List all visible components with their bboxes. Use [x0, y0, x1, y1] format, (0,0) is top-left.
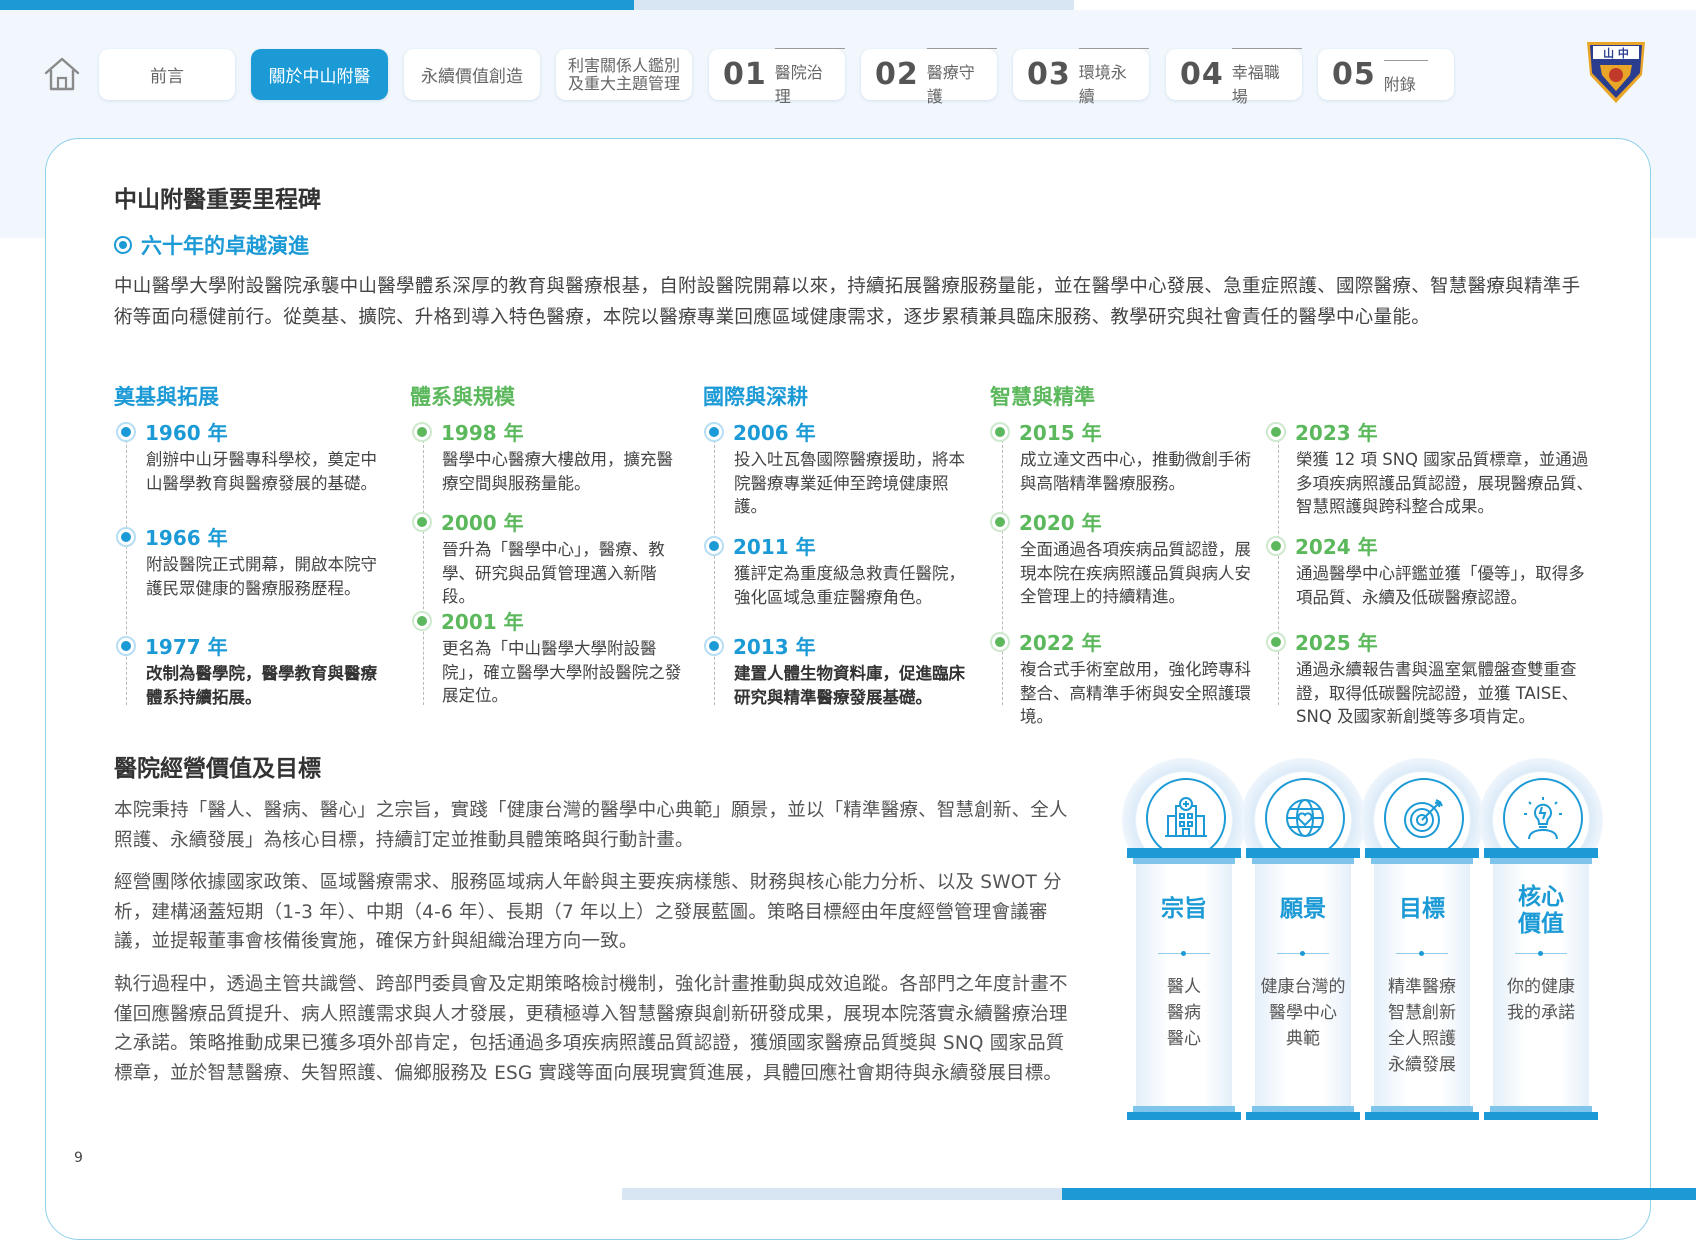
bullet-icon	[114, 236, 132, 254]
tab-sustainable-value[interactable]: 永續價值創造	[404, 49, 540, 100]
page-number: 9	[74, 1150, 83, 1166]
values-paragraph: 經營團隊依據國家政策、區域醫療需求、服務區域病人年齡與主要疾病樣態、財務與核心能…	[114, 872, 1062, 952]
timeline-dot-icon	[990, 631, 1010, 652]
pillar-vision: 願景 健康台灣的 醫學中心 典範	[1241, 758, 1365, 1120]
timeline-dot-icon	[704, 635, 724, 656]
timeline-dot-icon	[412, 421, 432, 442]
tab-medical-care[interactable]: 02 醫療守護	[861, 48, 997, 106]
timeline-dot-icon	[1266, 631, 1286, 652]
tab-environment[interactable]: 03 環境永續	[1013, 48, 1149, 106]
globe-heart-icon	[1265, 778, 1345, 858]
milestone-2001: 2001 年 更名為「中山醫學大學附設醫院」，確立醫學大學附設醫院之發展定位。	[412, 606, 682, 708]
lightbulb-person-icon	[1503, 778, 1583, 858]
tab-preface[interactable]: 前言	[99, 49, 235, 100]
home-icon[interactable]	[42, 54, 82, 94]
pillar-title: 宗旨	[1161, 896, 1207, 922]
milestone-2022: 2022 年 複合式手術室啟用，強化跨專科整合、高精準手術與安全照護環境。	[990, 627, 1260, 729]
milestone-1998: 1998 年 醫學中心醫療大樓啟用，擴充醫療空間與服務量能。	[412, 417, 682, 495]
milestones-subtitle-row: 六十年的卓越演進	[114, 230, 309, 260]
timeline-dot-icon	[704, 421, 724, 442]
milestones-subtitle: 六十年的卓越演進	[141, 234, 309, 258]
tab-stakeholders[interactable]: 利害關係人鑑別 及重大主題管理	[556, 49, 692, 100]
timeline-dot-icon	[116, 526, 136, 547]
milestones-title: 中山附醫重要里程碑	[114, 187, 321, 213]
milestone-2020: 2020 年 全面通過各項疾病品質認證，展現本院在疾病照護品質與病人安全管理上的…	[990, 507, 1260, 609]
timeline-heading-smart: 智慧與精準	[990, 385, 1095, 409]
milestone-2000: 2000 年 晉升為「醫學中心」，醫療、教學、研究與品質管理邁入新階段。	[412, 507, 682, 609]
timeline-line	[126, 440, 127, 705]
pillar-body: 精準醫療 智慧創新 全人照護 永續發展	[1388, 977, 1456, 1075]
tab-appendix[interactable]: 05 附錄	[1318, 49, 1454, 100]
bottom-accent-bar-light	[622, 1188, 1062, 1200]
timeline-dot-icon	[116, 635, 136, 656]
milestone-2024: 2024 年 通過醫學中心評鑑並獲「優等」，取得多項品質、永續及低碳醫療認證。	[1266, 531, 1598, 609]
pillar-body: 健康台灣的 醫學中心 典範	[1260, 977, 1346, 1049]
pillar-body: 醫人 醫病 醫心	[1167, 977, 1201, 1049]
values-title: 醫院經營價值及目標	[114, 756, 321, 782]
pillar-body: 你的健康 我的承諾	[1507, 977, 1575, 1023]
timeline-dot-icon	[1266, 421, 1286, 442]
milestone-2025: 2025 年 通過永續報告書與溫室氣體盤查雙重查證，取得低碳醫院認證，並獲 TA…	[1266, 627, 1598, 729]
values-paragraph: 本院秉持「醫人、醫病、醫心」之宗旨，實踐「健康台灣的醫學中心典範」願景，並以「精…	[114, 800, 1068, 851]
timeline-heading-international: 國際與深耕	[703, 385, 808, 409]
top-accent-bar-light	[634, 0, 1074, 10]
milestone-1977: 1977 年 改制為醫學院，醫學教育與醫療體系持續拓展。	[116, 631, 386, 709]
pillar-core-values: 核心 價值 你的健康 我的承諾	[1479, 758, 1603, 1120]
tab-about[interactable]: 關於中山附醫	[251, 49, 388, 100]
pillar-title: 核心 價值	[1518, 884, 1564, 937]
values-paragraph: 執行過程中，透過主管共識營、跨部門委員會及定期策略檢討機制，強化計畫推動與成效追…	[114, 974, 1068, 1084]
tab-workplace[interactable]: 04 幸福職場	[1166, 48, 1302, 106]
svg-text:山 中: 山 中	[1603, 46, 1629, 60]
bottom-accent-bar	[1062, 1188, 1696, 1200]
timeline-dot-icon	[704, 535, 724, 556]
milestone-2011: 2011 年 獲評定為重度級急救責任醫院，強化區域急重症醫療角色。	[704, 531, 974, 609]
milestone-1960: 1960 年 創辦中山牙醫專科學校，奠定中山醫學教育與醫療發展的基礎。	[116, 417, 386, 495]
milestone-2006: 2006 年 投入吐瓦魯國際醫療援助，將本院醫療專業延伸至跨境健康照護。	[704, 417, 974, 519]
milestones-intro: 中山醫學大學附設醫院承襲中山醫學體系深厚的教育與醫療根基，自附設醫院開幕以來，持…	[114, 276, 1581, 328]
milestone-2013: 2013 年 建置人體生物資料庫，促進臨床研究與精準醫療發展基礎。	[704, 631, 974, 709]
timeline-dot-icon	[990, 421, 1010, 442]
pillar-goals: 目標 精準醫療 智慧創新 全人照護 永續發展	[1360, 758, 1484, 1120]
timeline-dot-icon	[116, 421, 136, 442]
timeline-line	[1002, 440, 1003, 705]
milestone-1966: 1966 年 附設醫院正式開幕，開啟本院守護民眾健康的醫療服務歷程。	[116, 522, 386, 600]
timeline-dot-icon	[412, 610, 432, 631]
tab-governance[interactable]: 01 醫院治理	[709, 48, 845, 106]
timeline-heading-scale: 體系與規模	[410, 385, 515, 409]
top-accent-bar	[0, 0, 634, 10]
pillar-purpose: 宗旨 醫人 醫病 醫心	[1122, 758, 1246, 1120]
timeline-line	[1278, 440, 1279, 705]
timeline-heading-foundation: 奠基與拓展	[114, 385, 219, 409]
timeline-line	[714, 440, 715, 705]
timeline-dot-icon	[412, 511, 432, 532]
timeline-dot-icon	[990, 511, 1010, 532]
timeline-dot-icon	[1266, 535, 1286, 556]
pillar-title: 目標	[1399, 896, 1445, 922]
milestone-2023: 2023 年 榮獲 12 項 SNQ 國家品質標章，並通過多項疾病照護品質認證，…	[1266, 417, 1598, 519]
pillar-title: 願景	[1280, 896, 1326, 922]
timeline-line	[423, 440, 424, 705]
hospital-logo[interactable]: 山 中	[1584, 37, 1648, 105]
hospital-icon	[1146, 778, 1226, 858]
milestone-2015: 2015 年 成立達文西中心，推動微創手術與高階精準醫療服務。	[990, 417, 1260, 495]
target-icon	[1384, 778, 1464, 858]
